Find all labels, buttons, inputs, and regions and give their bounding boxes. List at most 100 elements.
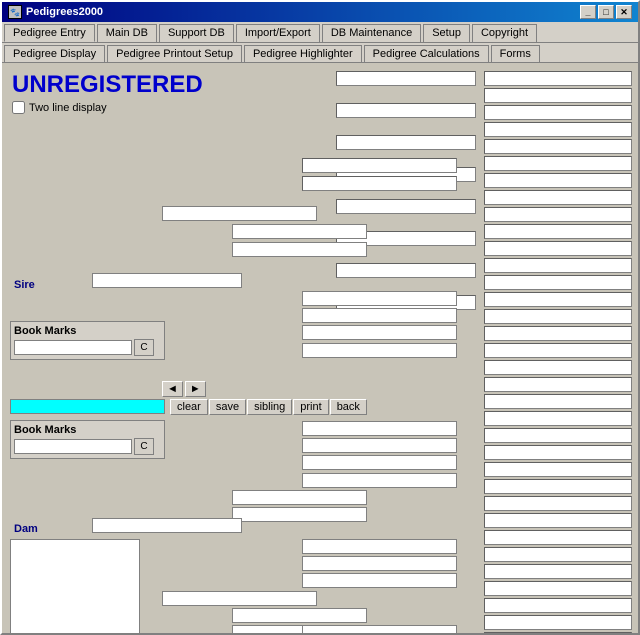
ggp-field-11[interactable]	[484, 241, 632, 256]
ggp-field-15[interactable]	[484, 309, 632, 324]
ggp-field-7[interactable]	[484, 173, 632, 188]
sire-label: Sire	[14, 279, 35, 291]
ggp-field-1[interactable]	[484, 71, 632, 86]
subtab-forms[interactable]: Forms	[491, 45, 540, 62]
dam-sire-field-2[interactable]	[302, 438, 457, 453]
ggp-field-2[interactable]	[484, 88, 632, 103]
ggp-field-31[interactable]	[484, 581, 632, 596]
dam-lower-field-1[interactable]	[162, 591, 317, 606]
sire-field-p1[interactable]	[302, 291, 457, 306]
ggp-field-5[interactable]	[484, 139, 632, 154]
subject-field-2[interactable]	[302, 176, 457, 191]
subtab-pedigree-display[interactable]: Pedigree Display	[4, 45, 105, 62]
ggp-field-21[interactable]	[484, 411, 632, 426]
dam-name-field[interactable]	[92, 518, 242, 533]
save-button[interactable]: save	[209, 399, 246, 415]
dam-lower-field-4[interactable]	[302, 625, 457, 633]
nav-action-row: ◄ ►	[162, 381, 206, 397]
ggp-field-23[interactable]	[484, 445, 632, 460]
ggp-field-4[interactable]	[484, 122, 632, 137]
print-button[interactable]: print	[293, 399, 328, 415]
tab-db-maintenance[interactable]: DB Maintenance	[322, 24, 421, 42]
bookmarks-label-top: Book Marks	[14, 325, 161, 337]
ggp-field-6[interactable]	[484, 156, 632, 171]
title-bar-left: 🐾 Pedigrees2000	[8, 5, 103, 19]
sire-field-2[interactable]	[232, 224, 367, 239]
dam-field-1[interactable]	[232, 490, 367, 505]
ggp-field-13[interactable]	[484, 275, 632, 290]
bookmark-c-btn-bottom[interactable]: C	[134, 438, 154, 455]
ggp-field-8[interactable]	[484, 190, 632, 205]
ggp-field-20[interactable]	[484, 394, 632, 409]
ggp-field-9[interactable]	[484, 207, 632, 222]
bookmark-c-btn-top[interactable]: C	[134, 339, 154, 356]
ggp-field-16[interactable]	[484, 326, 632, 341]
sire-name-field[interactable]	[92, 273, 242, 288]
gp-field-3[interactable]	[336, 135, 476, 150]
gp-field-1[interactable]	[336, 71, 476, 86]
ggp-field-33[interactable]	[484, 615, 632, 630]
subtab-pedigree-calculations[interactable]: Pedigree Calculations	[364, 45, 489, 62]
ggp-field-26[interactable]	[484, 496, 632, 511]
bookmark-input-top[interactable]	[14, 340, 132, 355]
ggp-field-28[interactable]	[484, 530, 632, 545]
tab-copyright[interactable]: Copyright	[472, 24, 537, 42]
tab-pedigree-entry[interactable]: Pedigree Entry	[4, 24, 95, 42]
dam-sire-field-3[interactable]	[302, 455, 457, 470]
ggp-field-19[interactable]	[484, 377, 632, 392]
ggp-field-34[interactable]	[484, 632, 632, 633]
sire-field-1[interactable]	[162, 206, 317, 221]
action-buttons: clear save sibling print back	[170, 399, 367, 415]
ggp-field-25[interactable]	[484, 479, 632, 494]
sire-field-p2[interactable]	[302, 308, 457, 323]
tab-import-export[interactable]: Import/Export	[236, 24, 320, 42]
ggp-field-17[interactable]	[484, 343, 632, 358]
dam-dam-field-1[interactable]	[302, 539, 457, 554]
tab-support-db[interactable]: Support DB	[159, 24, 234, 42]
menu-bar: Pedigree Entry Main DB Support DB Import…	[2, 22, 638, 43]
ggp-field-14[interactable]	[484, 292, 632, 307]
dam-dam-field-3[interactable]	[302, 573, 457, 588]
ggp-field-18[interactable]	[484, 360, 632, 375]
gp-field-7[interactable]	[336, 263, 476, 278]
close-button[interactable]: ✕	[616, 5, 632, 19]
two-line-label: Two line display	[29, 102, 107, 114]
gp-field-2[interactable]	[336, 103, 476, 118]
ggp-field-10[interactable]	[484, 224, 632, 239]
ggp-field-32[interactable]	[484, 598, 632, 613]
ggp-field-12[interactable]	[484, 258, 632, 273]
ggp-field-29[interactable]	[484, 547, 632, 562]
two-line-checkbox[interactable]	[12, 101, 25, 114]
sibling-button[interactable]: sibling	[247, 399, 292, 415]
subject-field-1[interactable]	[302, 158, 457, 173]
tab-setup[interactable]: Setup	[423, 24, 470, 42]
dam-field-2[interactable]	[232, 507, 367, 522]
nav-left-btn[interactable]: ◄	[162, 381, 183, 397]
subtab-pedigree-highlighter[interactable]: Pedigree Highlighter	[244, 45, 362, 62]
back-button[interactable]: back	[330, 399, 367, 415]
ggp-field-30[interactable]	[484, 564, 632, 579]
dam-sire-field-4[interactable]	[302, 473, 457, 488]
bookmark-input-bottom[interactable]	[14, 439, 132, 454]
main-window: 🐾 Pedigrees2000 _ □ ✕ Pedigree Entry Mai…	[0, 0, 640, 635]
cyan-active-field[interactable]	[10, 399, 165, 414]
dam-dam-field-2[interactable]	[302, 556, 457, 571]
clear-button[interactable]: clear	[170, 399, 208, 415]
ggp-field-22[interactable]	[484, 428, 632, 443]
bookmarks-label-bottom: Book Marks	[14, 424, 161, 436]
sire-field-3[interactable]	[232, 242, 367, 257]
minimize-button[interactable]: _	[580, 5, 596, 19]
gp-field-5[interactable]	[336, 199, 476, 214]
ggp-field-3[interactable]	[484, 105, 632, 120]
ggp-field-27[interactable]	[484, 513, 632, 528]
dam-lower-field-2[interactable]	[232, 608, 367, 623]
tab-main-db[interactable]: Main DB	[97, 24, 157, 42]
sire-field-p3[interactable]	[302, 325, 457, 340]
dam-sire-field-1[interactable]	[302, 421, 457, 436]
ggp-field-24[interactable]	[484, 462, 632, 477]
nav-right-btn[interactable]: ►	[185, 381, 206, 397]
sire-field-p4[interactable]	[302, 343, 457, 358]
subtab-pedigree-printout[interactable]: Pedigree Printout Setup	[107, 45, 242, 62]
window-title: Pedigrees2000	[26, 6, 103, 18]
maximize-button[interactable]: □	[598, 5, 614, 19]
